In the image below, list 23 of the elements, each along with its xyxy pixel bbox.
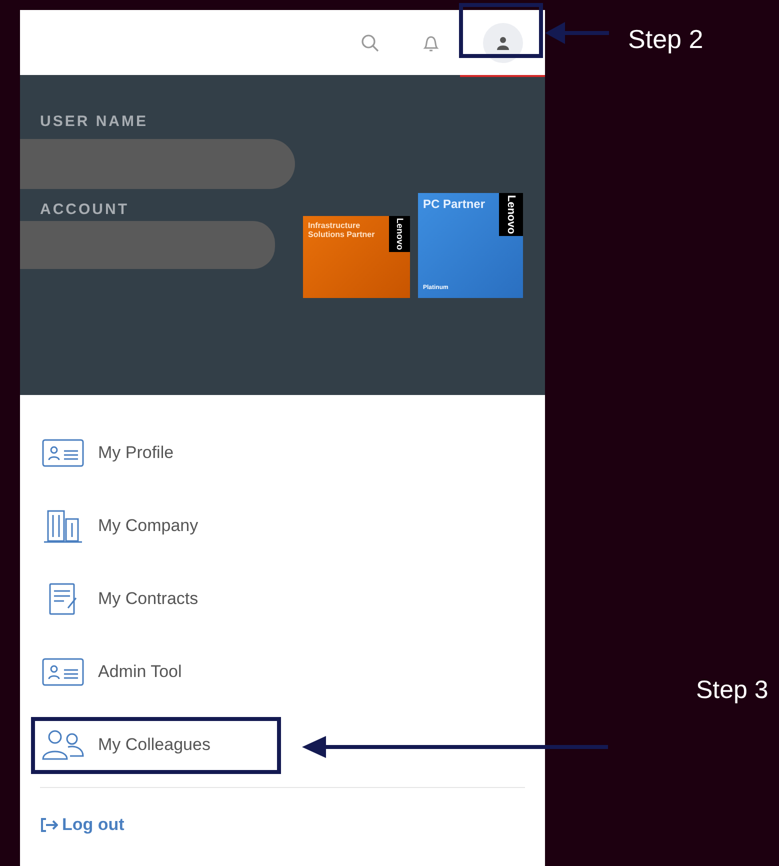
- people-icon: [42, 729, 84, 761]
- id-card-icon: [42, 438, 84, 468]
- brand-label: Lenovo: [388, 216, 410, 252]
- menu-item[interactable]: Admin Tool: [42, 654, 523, 690]
- partner-title: Infrastructure Solutions Partner: [308, 221, 376, 239]
- account-label: ACCOUNT: [40, 200, 129, 220]
- menu-item[interactable]: My Company: [42, 508, 523, 544]
- arrow: [545, 20, 609, 46]
- avatar-button[interactable]: [483, 22, 523, 62]
- menu-item[interactable]: My Profile: [42, 435, 523, 471]
- step-label: Step 3: [696, 675, 768, 706]
- logout-link[interactable]: Log out: [40, 812, 124, 838]
- person-icon: [497, 36, 509, 50]
- brand-label: Lenovo: [498, 193, 523, 236]
- menu-item[interactable]: My Contracts: [42, 581, 523, 617]
- building-icon: [42, 509, 84, 543]
- search-icon[interactable]: [361, 34, 379, 52]
- id-card-icon: [42, 657, 84, 687]
- menu-item[interactable]: My Colleagues: [42, 727, 523, 763]
- logout-icon: [40, 816, 58, 833]
- step-label: Step 2: [628, 23, 704, 56]
- user-name-label: USER NAME: [40, 112, 148, 132]
- partner-title: PC Partner: [423, 198, 486, 210]
